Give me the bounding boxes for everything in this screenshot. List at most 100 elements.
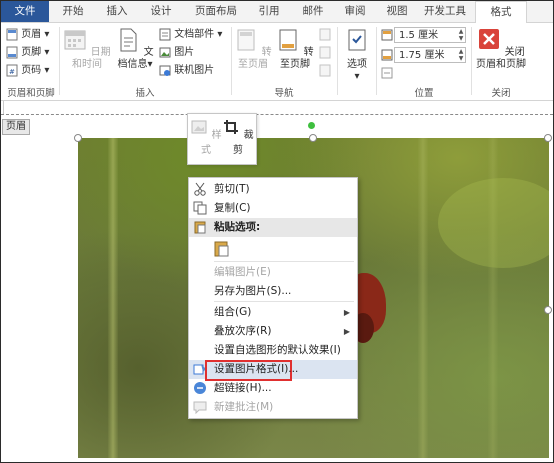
next-section-icon [319, 46, 331, 58]
header-label: 页眉 [21, 29, 42, 40]
picture-button[interactable]: 图片 [159, 45, 194, 60]
menu-item-paste-options-label: 粘贴选项: [214, 221, 261, 233]
copy-icon [193, 201, 207, 215]
header-dropdown[interactable]: 页眉 ▾ [6, 27, 49, 42]
options-button[interactable]: 选项 ▾ [341, 27, 373, 83]
ruler-mark [3, 101, 4, 115]
ribbon-panel: 页眉 ▾ 页脚 ▾ # 页码 ▾ 页眉和页脚 日期和时间 文档信息▾ 文档部件 … [1, 23, 553, 101]
alignment-tab-icon[interactable] [381, 67, 393, 79]
docparts-label: 文档部件 [174, 29, 215, 40]
tab-view[interactable]: 视图 [377, 1, 417, 22]
tab-file[interactable]: 文件 [1, 1, 49, 22]
group-label-position: 位置 [414, 88, 434, 99]
menu-item-cut[interactable]: 剪切(T) [189, 180, 357, 199]
chevron-down-icon: ▾ [214, 29, 223, 40]
group-label-insert: 插入 [135, 88, 155, 99]
goto-footer-button[interactable]: 转至页脚 [275, 27, 315, 71]
docinfo-button[interactable]: 文档信息▾ [113, 27, 157, 71]
hyperlink-icon [194, 382, 206, 394]
page-number-icon: # [6, 64, 18, 76]
next-section-button[interactable] [319, 45, 331, 60]
header-icon [6, 28, 18, 40]
tab-insert[interactable]: 插入 [97, 1, 137, 22]
online-picture-button[interactable]: 联机图片 [159, 63, 214, 78]
tab-design[interactable]: 设计 [141, 1, 181, 22]
picture-detail [418, 138, 428, 458]
header-position-icon [381, 29, 393, 41]
menu-item-new-comment[interactable]: 新建批注(M) [189, 398, 357, 417]
tab-page-layout[interactable]: 页面布局 [185, 1, 247, 22]
link-previous-button[interactable] [319, 63, 331, 78]
tab-home[interactable]: 开始 [53, 1, 93, 22]
crop-button[interactable]: 裁剪 [222, 118, 254, 156]
footer-bottom-spinner[interactable]: 1.75 厘米 ▲ ▼ [394, 47, 466, 63]
spinner-arrows-icon[interactable]: ▲ ▼ [457, 28, 465, 42]
datetime-button[interactable]: 日期和时间 [61, 27, 113, 71]
close-icon [479, 29, 500, 49]
scissors-icon [194, 182, 206, 196]
tab-developer[interactable]: 开发工具 [417, 1, 473, 22]
menu-item-set-default-effect[interactable]: 设置自选图形的默认效果(I) [189, 341, 357, 360]
tab-review[interactable]: 审阅 [335, 1, 375, 22]
menu-item-order[interactable]: 叠放次序(R) ▶ [189, 322, 357, 341]
menu-item-hyperlink[interactable]: 超链接(H)... [189, 379, 357, 398]
group-divider [376, 27, 377, 95]
header-boundary-line [1, 114, 553, 115]
paste-keep-format-icon[interactable] [213, 240, 231, 258]
tab-references[interactable]: 引用 [249, 1, 289, 22]
goto-footer-icon [279, 29, 297, 51]
tab-format[interactable]: 格式 [475, 1, 527, 23]
menu-item-format-picture-label: 设置图片格式(I)... [214, 363, 299, 375]
menu-divider [214, 301, 354, 302]
rotation-handle[interactable] [308, 122, 315, 129]
tab-mailings[interactable]: 邮件 [293, 1, 333, 22]
menu-divider [214, 261, 354, 262]
picture-detail [438, 178, 549, 268]
quick-parts-icon [159, 28, 171, 40]
menu-item-copy[interactable]: 复制(C) [189, 199, 357, 218]
page-number-dropdown[interactable]: # 页码 ▾ [6, 63, 49, 78]
close-header-footer-button[interactable]: 关闭 页眉和页脚 [473, 27, 529, 71]
menu-item-format-picture[interactable]: 设置图片格式(I)... [189, 360, 357, 381]
ribbon-tab-bar: 文件 开始 插入 设计 页面布局 引用 邮件 审阅 视图 开发工具 格式 [1, 1, 553, 23]
menu-item-paste-options: 粘贴选项: [189, 218, 357, 237]
picture-style-icon [191, 120, 207, 134]
resize-handle-right[interactable] [544, 306, 552, 314]
footer-label: 页脚 [21, 47, 42, 58]
submenu-arrow-icon: ▶ [343, 327, 350, 336]
prev-section-button[interactable] [319, 27, 331, 42]
header-top-spinner[interactable]: 1.5 厘米 ▲ ▼ [394, 27, 466, 43]
menu-item-group[interactable]: 组合(G) ▶ [189, 303, 357, 322]
chevron-down-icon: ▾ [41, 29, 50, 40]
resize-handle-top-left[interactable] [74, 134, 82, 142]
group-divider [231, 27, 232, 95]
group-label-close: 关闭 [491, 88, 511, 99]
group-divider [471, 27, 472, 95]
style-button[interactable]: 样式 [190, 118, 222, 156]
online-picture-icon [159, 65, 171, 76]
goto-header-icon [237, 29, 255, 51]
paste-icon [194, 221, 206, 234]
header-top-value: 1.5 厘米 [399, 30, 439, 41]
chevron-down-icon: ▾ [41, 47, 50, 58]
resize-handle-top[interactable] [309, 134, 317, 142]
resize-handle-top-right[interactable] [544, 134, 552, 142]
menu-item-hyperlink-label: 超链接(H)... [214, 382, 272, 394]
link-previous-icon [319, 64, 331, 76]
submenu-arrow-icon: ▶ [343, 308, 350, 317]
footer-dropdown[interactable]: 页脚 ▾ [6, 45, 49, 60]
menu-item-edit-picture[interactable]: 编辑图片(E) [189, 263, 357, 282]
footer-position-icon [381, 49, 393, 61]
docparts-dropdown[interactable]: 文档部件 ▾ [159, 27, 222, 42]
spinner-arrows-icon[interactable]: ▲ ▼ [457, 48, 465, 62]
chevron-down-icon: ▾ [147, 59, 153, 70]
word-window: 文件 开始 插入 设计 页面布局 引用 邮件 审阅 视图 开发工具 格式 页眉 … [0, 0, 554, 463]
footer-icon [6, 46, 18, 58]
picture-label: 图片 [174, 47, 195, 58]
goto-header-button[interactable]: 转至页眉 [233, 27, 273, 71]
page-number-label: 页码 [21, 65, 42, 76]
group-label-navigation: 导航 [274, 88, 294, 99]
menu-item-save-as-picture[interactable]: 另存为图片(S)... [189, 282, 357, 301]
document-info-icon [120, 28, 137, 52]
header-area-tag: 页眉 [2, 119, 30, 135]
